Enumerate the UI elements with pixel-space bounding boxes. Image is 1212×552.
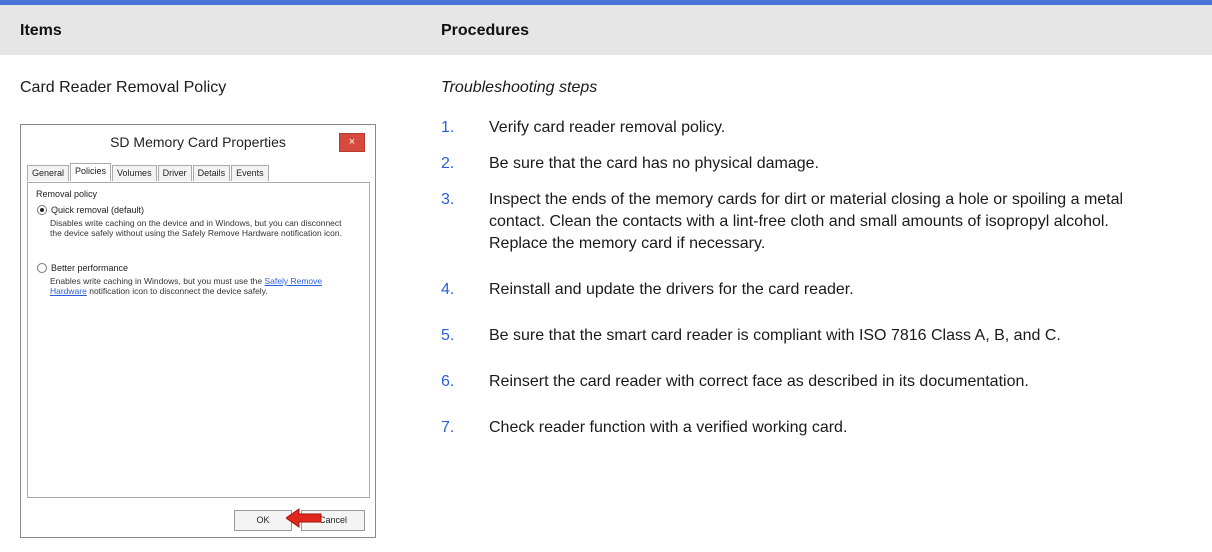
- step-text: Reinstall and update the drivers for the…: [489, 281, 854, 298]
- tab-details[interactable]: Details: [192, 165, 231, 181]
- better-performance-option[interactable]: Better performance: [37, 263, 128, 273]
- tab-general[interactable]: General: [27, 165, 70, 181]
- step-number: 7.: [441, 419, 455, 436]
- quick-removal-description: Disables write caching on the device and…: [50, 218, 342, 238]
- radio-checked-icon[interactable]: [37, 205, 47, 215]
- step-number: 4.: [441, 281, 455, 298]
- radio-unchecked-icon[interactable]: [37, 263, 47, 273]
- step-text: Be sure that the card has no physical da…: [489, 155, 819, 172]
- tab-driver[interactable]: Driver: [157, 165, 192, 181]
- step-item: 4. Reinstall and update the drivers for …: [441, 279, 1201, 301]
- step-text: Check reader function with a verified wo…: [489, 419, 848, 436]
- table-header: Items Procedures: [0, 5, 1212, 55]
- description-text: notification icon to disconnect the devi…: [86, 286, 268, 296]
- step-text: Reinsert the card reader with correct fa…: [489, 373, 1029, 390]
- better-performance-description: Enables write caching in Windows, but yo…: [50, 276, 350, 296]
- step-text: Verify card reader removal policy.: [489, 119, 726, 136]
- tab-volumes[interactable]: Volumes: [112, 165, 157, 181]
- dialog-title: SD Memory Card Properties: [110, 134, 286, 150]
- policies-panel: Removal policy Quick removal (default) D…: [27, 182, 370, 498]
- quick-removal-option[interactable]: Quick removal (default): [37, 205, 144, 215]
- description-text: Enables write caching in Windows, but yo…: [50, 276, 265, 286]
- step-text: Be sure that the smart card reader is co…: [489, 327, 1061, 344]
- close-icon[interactable]: ×: [339, 133, 365, 152]
- steps-list: 1. Verify card reader removal policy. 2.…: [441, 117, 1201, 439]
- step-number: 2.: [441, 155, 455, 172]
- dialog-tabs: General Policies Volumes Driver Details …: [27, 163, 270, 182]
- step-item: 7. Check reader function with a verified…: [441, 417, 1201, 439]
- step-number: 6.: [441, 373, 455, 390]
- column-header-procedures: Procedures: [441, 22, 530, 39]
- ok-button[interactable]: OK: [234, 510, 292, 531]
- column-header-items: Items: [20, 22, 62, 39]
- step-item: 5. Be sure that the smart card reader is…: [441, 325, 1201, 347]
- better-performance-label: Better performance: [51, 263, 129, 273]
- step-text: Inspect the ends of the memory cards for…: [489, 191, 1124, 252]
- step-number: 1.: [441, 119, 455, 136]
- troubleshooting-heading: Troubleshooting steps: [441, 79, 598, 96]
- quick-removal-label: Quick removal (default): [51, 205, 145, 215]
- step-number: 3.: [441, 191, 455, 208]
- step-item: 3. Inspect the ends of the memory cards …: [441, 189, 1201, 255]
- step-item: 2. Be sure that the card has no physical…: [441, 153, 1201, 175]
- tab-events[interactable]: Events: [231, 165, 269, 181]
- step-item: 6. Reinsert the card reader with correct…: [441, 371, 1201, 393]
- tab-policies[interactable]: Policies: [70, 163, 112, 181]
- properties-dialog-screenshot: SD Memory Card Properties × General Poli…: [20, 124, 376, 538]
- step-number: 5.: [441, 327, 455, 344]
- removal-policy-group-label: Removal policy: [36, 189, 98, 199]
- red-arrow-icon: [286, 508, 322, 528]
- item-title: Card Reader Removal Policy: [20, 79, 227, 96]
- step-item: 1. Verify card reader removal policy.: [441, 117, 1201, 139]
